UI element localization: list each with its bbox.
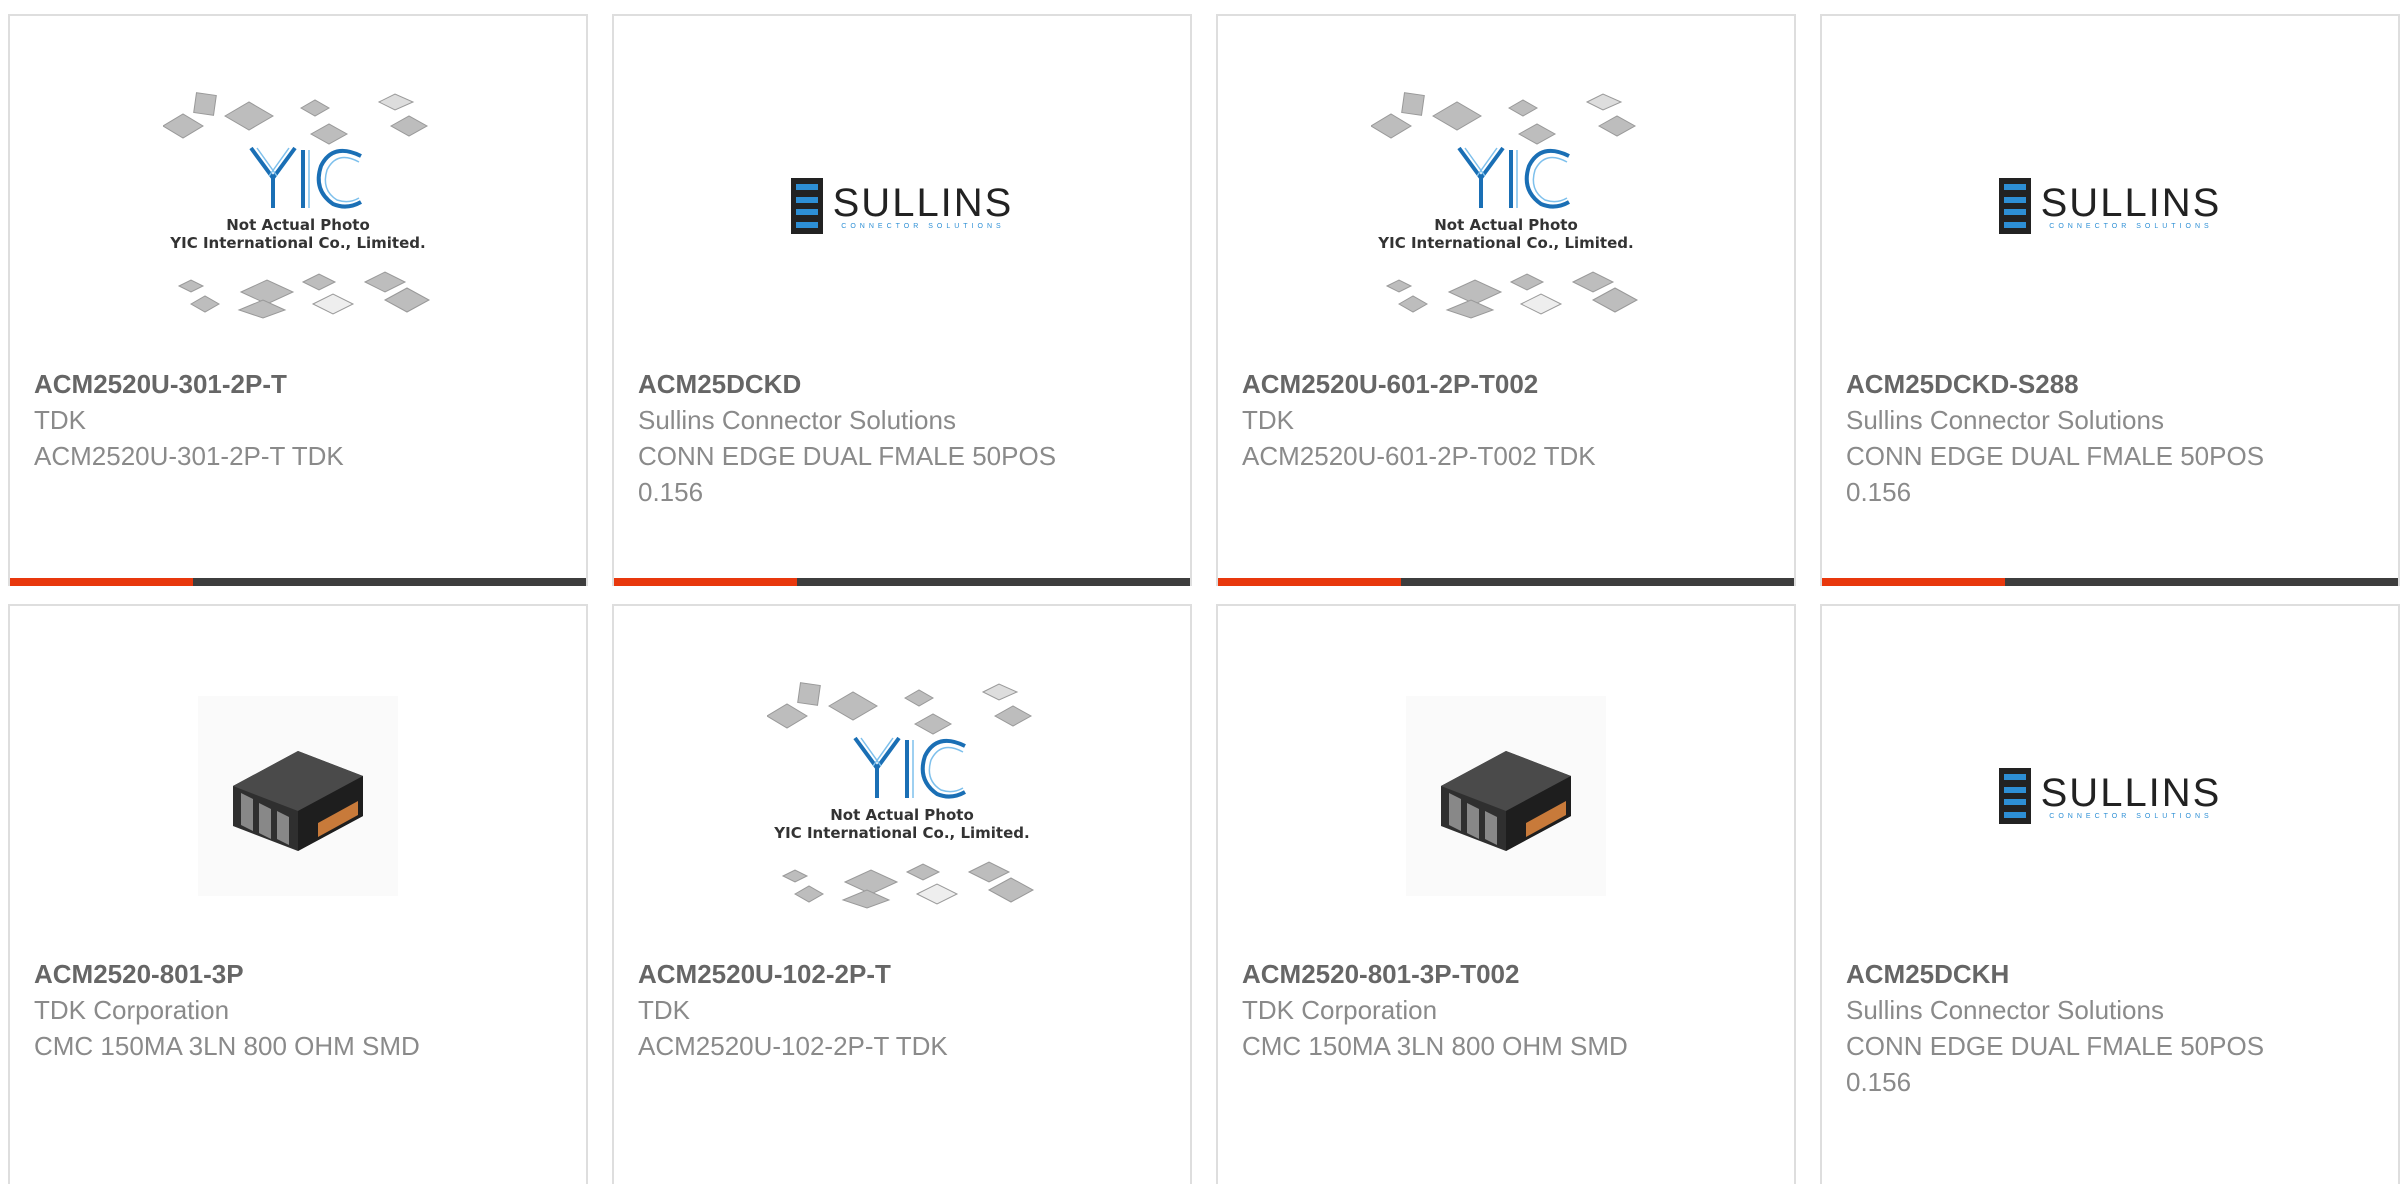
manufacturer: Sullins Connector Solutions: [1846, 405, 2164, 435]
yic-caption: Not Actual Photo YIC International Co., …: [163, 216, 433, 252]
sullins-wordmark: SULLINS: [2040, 770, 2222, 815]
product-info: ACM25DCKH Sullins Connector Solutions CO…: [1846, 956, 2374, 1100]
sullins-tagline: CONNECTOR SOLUTIONS: [2049, 812, 2213, 820]
yic-caption-line2: YIC International Co., Limited.: [1378, 234, 1634, 252]
component-sketch-icon: [162, 92, 431, 319]
manufacturer: TDK: [1242, 405, 1294, 435]
card-accent-bar: [614, 578, 1190, 586]
part-number-link[interactable]: ACM25DCKD-S288: [1846, 366, 2374, 402]
part-number-link[interactable]: ACM2520U-301-2P-T: [34, 366, 562, 402]
product-card[interactable]: Not Actual Photo YIC International Co., …: [612, 604, 1192, 1184]
yic-caption-line2: YIC International Co., Limited.: [774, 824, 1030, 842]
card-accent: [10, 578, 193, 586]
component-sketch-icon: [766, 682, 1035, 909]
description: CONN EDGE DUAL FMALE 50POS 0.156: [1846, 441, 2265, 507]
manufacturer: TDK: [34, 405, 86, 435]
inductor-icon: [1441, 751, 1571, 851]
product-image[interactable]: Not Actual Photo YIC International Co., …: [614, 636, 1190, 956]
product-info: ACM2520U-601-2P-T002 TDK ACM2520U-601-2P…: [1242, 366, 1770, 474]
product-info: ACM2520-801-3P-T002 TDK Corporation CMC …: [1242, 956, 1770, 1064]
product-image[interactable]: [1218, 636, 1794, 956]
product-info: ACM25DCKD-S288 Sullins Connector Solutio…: [1846, 366, 2374, 510]
part-number-link[interactable]: ACM2520-801-3P-T002: [1242, 956, 1770, 992]
component-sketch-icon: [1370, 92, 1639, 319]
product-card[interactable]: Not Actual Photo YIC International Co., …: [8, 14, 588, 586]
product-image[interactable]: Not Actual Photo YIC International Co., …: [10, 46, 586, 366]
card-accent-bar: [1218, 578, 1794, 586]
inductor-icon: [233, 751, 363, 851]
product-card[interactable]: ACM2520-801-3P-T002 TDK Corporation CMC …: [1216, 604, 1796, 1184]
yic-placeholder-image: Not Actual Photo YIC International Co., …: [1370, 86, 1641, 326]
product-image[interactable]: SULLINS CONNECTOR SOLUTIONS: [1822, 46, 2398, 366]
manufacturer: Sullins Connector Solutions: [1846, 995, 2164, 1025]
yic-caption-line2: YIC International Co., Limited.: [170, 234, 426, 252]
product-info: ACM25DCKD Sullins Connector Solutions CO…: [638, 366, 1166, 510]
yic-placeholder-image: Not Actual Photo YIC International Co., …: [766, 676, 1037, 916]
product-card[interactable]: SULLINS CONNECTOR SOLUTIONS ACM25DCKD-S2…: [1820, 14, 2400, 586]
description: CMC 150MA 3LN 800 OHM SMD: [34, 1031, 420, 1061]
product-card[interactable]: SULLINS CONNECTOR SOLUTIONS ACM25DCKD Su…: [612, 14, 1192, 586]
product-image[interactable]: SULLINS CONNECTOR SOLUTIONS: [614, 46, 1190, 366]
inductor-photo: [1406, 696, 1606, 896]
manufacturer: TDK Corporation: [34, 995, 230, 1025]
description: CONN EDGE DUAL FMALE 50POS 0.156: [638, 441, 1057, 507]
sullins-tagline: CONNECTOR SOLUTIONS: [841, 222, 1005, 230]
manufacturer: Sullins Connector Solutions: [638, 405, 956, 435]
product-card[interactable]: Not Actual Photo YIC International Co., …: [1216, 14, 1796, 586]
sullins-wordmark: SULLINS: [832, 180, 1014, 225]
product-image[interactable]: [10, 636, 586, 956]
product-grid: Not Actual Photo YIC International Co., …: [0, 0, 2400, 1184]
yic-caption-line1: Not Actual Photo: [1434, 216, 1578, 234]
product-card[interactable]: ACM2520-801-3P TDK Corporation CMC 150MA…: [8, 604, 588, 1184]
card-accent-bar: [1822, 578, 2398, 586]
description: ACM2520U-601-2P-T002 TDK: [1242, 441, 1596, 471]
sullins-logo: SULLINS CONNECTOR SOLUTIONS: [790, 178, 1014, 234]
sullins-tagline: CONNECTOR SOLUTIONS: [2049, 222, 2213, 230]
part-number-link[interactable]: ACM25DCKH: [1846, 956, 2374, 992]
product-image[interactable]: Not Actual Photo YIC International Co., …: [1218, 46, 1794, 366]
manufacturer: TDK Corporation: [1242, 995, 1438, 1025]
card-accent-bar: [10, 578, 586, 586]
card-accent: [1218, 578, 1401, 586]
part-number-link[interactable]: ACM25DCKD: [638, 366, 1166, 402]
yic-caption-line1: Not Actual Photo: [830, 806, 974, 824]
product-image[interactable]: SULLINS CONNECTOR SOLUTIONS: [1822, 636, 2398, 956]
yic-caption: Not Actual Photo YIC International Co., …: [1371, 216, 1641, 252]
yic-placeholder-image: Not Actual Photo YIC International Co., …: [162, 86, 433, 326]
description: ACM2520U-301-2P-T TDK: [34, 441, 344, 471]
product-info: ACM2520U-301-2P-T TDK ACM2520U-301-2P-T …: [34, 366, 562, 474]
sullins-logo: SULLINS CONNECTOR SOLUTIONS: [1998, 768, 2222, 824]
description: ACM2520U-102-2P-T TDK: [638, 1031, 948, 1061]
product-info: ACM2520U-102-2P-T TDK ACM2520U-102-2P-T …: [638, 956, 1166, 1064]
sullins-mark-icon: [790, 178, 823, 234]
sullins-wordmark: SULLINS: [2040, 180, 2222, 225]
product-info: ACM2520-801-3P TDK Corporation CMC 150MA…: [34, 956, 562, 1064]
description: CMC 150MA 3LN 800 OHM SMD: [1242, 1031, 1628, 1061]
manufacturer: TDK: [638, 995, 690, 1025]
description: CONN EDGE DUAL FMALE 50POS 0.156: [1846, 1031, 2265, 1097]
inductor-photo: [198, 696, 398, 896]
part-number-link[interactable]: ACM2520U-601-2P-T002: [1242, 366, 1770, 402]
part-number-link[interactable]: ACM2520U-102-2P-T: [638, 956, 1166, 992]
sullins-mark-icon: [1998, 768, 2031, 824]
yic-caption: Not Actual Photo YIC International Co., …: [767, 806, 1037, 842]
part-number-link[interactable]: ACM2520-801-3P: [34, 956, 562, 992]
card-accent: [614, 578, 797, 586]
yic-caption-line1: Not Actual Photo: [226, 216, 370, 234]
product-card[interactable]: SULLINS CONNECTOR SOLUTIONS ACM25DCKH Su…: [1820, 604, 2400, 1184]
sullins-logo: SULLINS CONNECTOR SOLUTIONS: [1998, 178, 2222, 234]
card-accent: [1822, 578, 2005, 586]
sullins-mark-icon: [1998, 178, 2031, 234]
